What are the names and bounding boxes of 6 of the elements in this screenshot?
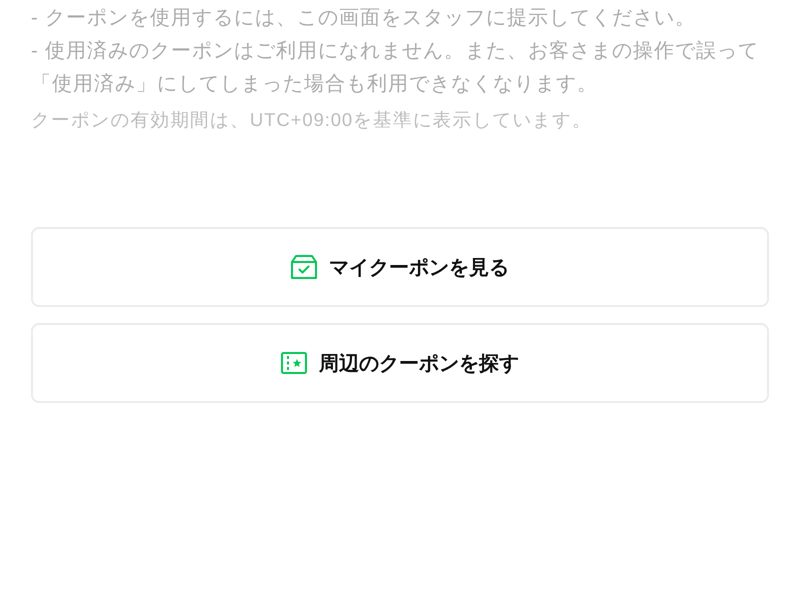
my-coupons-button[interactable]: マイクーポンを見る bbox=[31, 227, 769, 307]
note-text: - 使用済みのクーポンはご利用になれません。また、お客さまの操作で誤って「使用済み」にしてしまった場合も利用できなくなります。 bbox=[31, 39, 760, 97]
timezone-note: クーポンの有効期間は、UTC+09:00を基準に表示しています。 bbox=[31, 108, 593, 132]
nearby-coupons-button[interactable]: 周辺のクーポンを探す bbox=[31, 323, 769, 403]
note-text: - クーポンを使用するには、この画面をスタッフに提示してください。 bbox=[31, 6, 698, 31]
box-check-icon bbox=[291, 254, 317, 280]
